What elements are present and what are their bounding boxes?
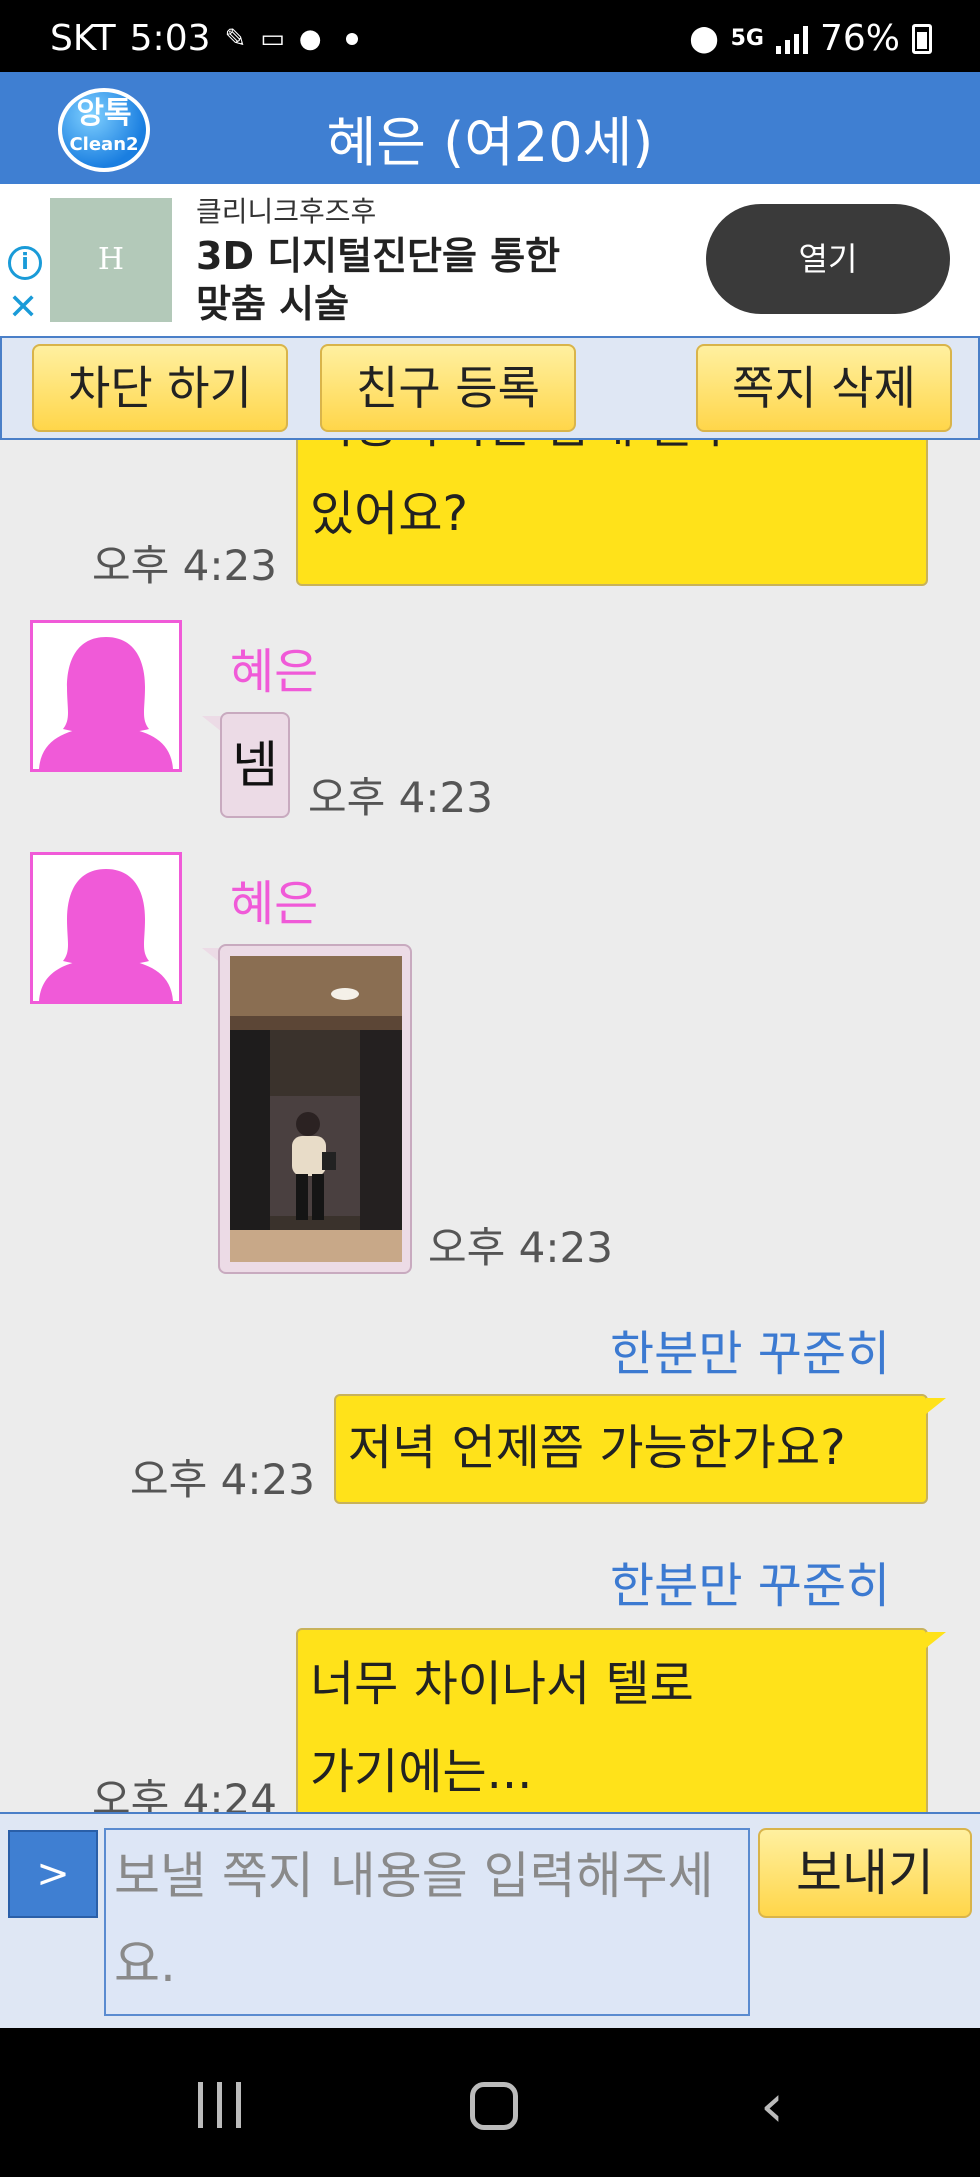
bubble-tail	[926, 1632, 946, 1648]
my-message-bubble: 죄송하시만 몸매 볼수 있어요?	[296, 440, 928, 586]
ad-sponsor: 클리니크후즈후	[196, 195, 377, 228]
recent-apps-icon[interactable]	[198, 2082, 241, 2128]
message-text: 저녁 언제쯤 가능한가요?	[348, 1420, 846, 1476]
add-friend-button[interactable]: 친구 등록	[320, 344, 576, 432]
message-time: 오후 4:23	[130, 1455, 315, 1504]
ad-info-icon[interactable]: i	[8, 246, 42, 280]
message-composer: > 보내기	[0, 1812, 980, 2028]
expand-button[interactable]: >	[8, 1830, 98, 1918]
ad-thumbnail: H	[50, 198, 172, 322]
my-message-bubble: 너무 차이나서 텔로 가기에는...	[296, 1628, 928, 1812]
network-label: 5G	[730, 26, 764, 51]
photo-thumbnail	[230, 956, 402, 1262]
system-nav-bar: ‹	[0, 2028, 980, 2177]
message-time: 오후 4:23	[92, 541, 277, 590]
avatar[interactable]	[30, 852, 182, 1004]
message-time: 오후 4:23	[308, 773, 493, 822]
status-bar: SKT 5:03 ✎ ▭ ● ⬤ 5G 76%	[0, 0, 980, 72]
home-icon[interactable]	[470, 2082, 518, 2130]
chat-area[interactable]: 죄송하시만 몸매 볼수 있어요? 오후 4:23 혜은 넴 오후 4:23 혜은	[0, 440, 980, 1812]
message-time: 오후 4:24	[92, 1775, 277, 1812]
status-right: ⬤ 5G 76%	[689, 18, 932, 59]
app-header: 앙톡 Clean2 혜은 (여20세)	[0, 72, 980, 184]
action-bar: 차단 하기 친구 등록 쪽지 삭제	[0, 336, 980, 440]
delete-message-button[interactable]: 쪽지 삭제	[696, 344, 952, 432]
carrier-label: SKT	[50, 18, 116, 59]
message-text: 죄송하시만 몸매 볼수	[310, 440, 914, 470]
talk-icon: ●	[298, 23, 322, 54]
notification-icon: ✎	[224, 23, 247, 54]
location-icon: ⬤	[689, 23, 719, 54]
female-avatar-icon	[39, 637, 173, 769]
message-time: 오후 4:23	[428, 1223, 613, 1272]
sender-name: 혜은	[230, 644, 319, 700]
female-avatar-icon	[39, 869, 173, 1001]
message-input[interactable]	[104, 1828, 750, 2016]
message-text: 너무 차이나서 텔로	[310, 1656, 694, 1712]
block-button[interactable]: 차단 하기	[32, 344, 288, 432]
my-message-bubble: 저녁 언제쯤 가능한가요?	[334, 1394, 928, 1504]
sender-name: 한분만 꾸준히	[610, 1326, 891, 1382]
sender-name: 혜은	[230, 876, 319, 932]
sender-name: 한분만 꾸준히	[610, 1558, 891, 1614]
message-text: 넴	[232, 736, 278, 794]
ad-close-icon[interactable]: ✕	[8, 288, 38, 328]
more-notifications-icon	[345, 32, 358, 45]
battery-percent: 76%	[819, 18, 900, 59]
voicemail-icon: ▭	[260, 23, 285, 54]
clock: 5:03	[129, 18, 211, 59]
back-icon[interactable]: ‹	[760, 2076, 784, 2136]
ad-banner[interactable]: i ✕ H 클리니크후즈후 3D 디지털진단을 통한 맞춤 시술 열기	[0, 184, 980, 336]
ad-open-button[interactable]: 열기	[706, 204, 950, 314]
avatar[interactable]	[30, 620, 182, 772]
chat-partner-title: 혜은 (여20세)	[326, 111, 654, 174]
signal-icon	[775, 24, 808, 54]
bubble-tail	[202, 716, 222, 732]
bubble-tail	[926, 1398, 946, 1414]
photo-message-bubble[interactable]	[218, 944, 412, 1274]
ad-thumb-letter: H	[97, 242, 125, 277]
message-text: 있어요?	[310, 486, 468, 542]
ad-headline: 3D 디지털진단을 통한 맞춤 시술	[196, 234, 561, 326]
message-text: 가기에는...	[310, 1744, 533, 1800]
send-button[interactable]: 보내기	[758, 1828, 972, 1918]
status-left: SKT 5:03 ✎ ▭ ●	[50, 18, 358, 59]
other-message-bubble: 넴	[220, 712, 290, 818]
battery-icon	[912, 23, 932, 54]
